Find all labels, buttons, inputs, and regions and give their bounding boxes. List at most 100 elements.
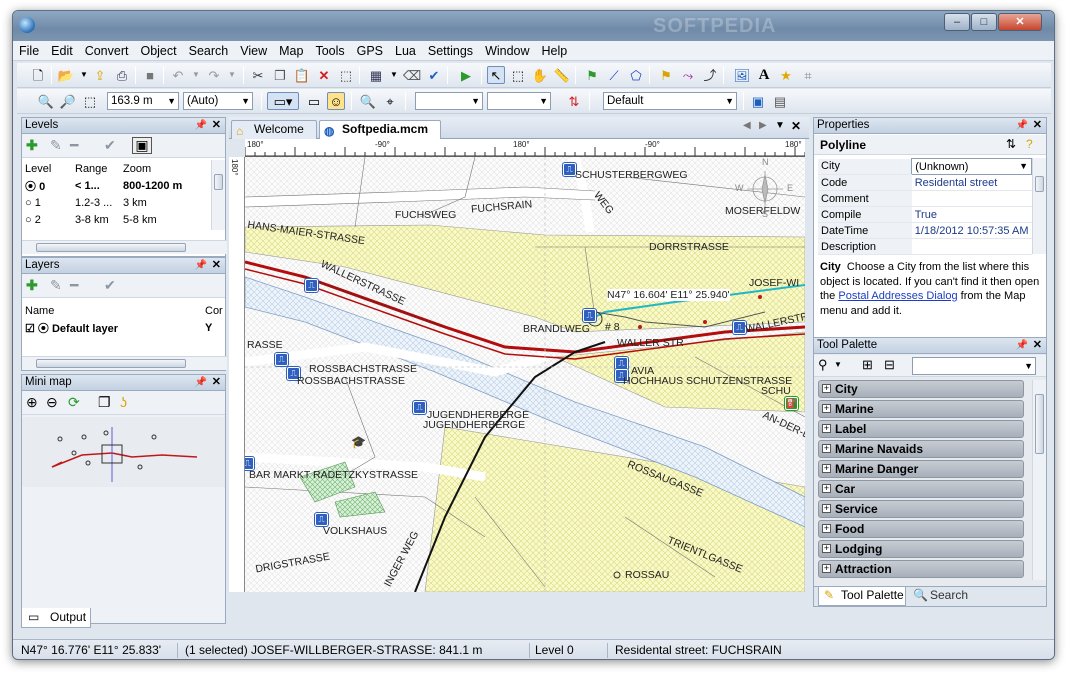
run-icon[interactable]: ▶ xyxy=(457,66,475,84)
remove-layer-icon[interactable]: ━ xyxy=(70,278,78,292)
gas-station-icon[interactable]: ⛽ xyxy=(785,397,798,410)
filter-combo-2[interactable]: ▼ xyxy=(487,92,551,110)
redo-dropdown-icon[interactable]: ▼ xyxy=(223,66,241,84)
col-zoom[interactable]: Zoom xyxy=(120,160,212,177)
tab-scroll-left-icon[interactable]: ◀ xyxy=(743,120,751,131)
save-icon[interactable]: ■ xyxy=(141,66,159,84)
close-panel-icon[interactable]: ✕ xyxy=(212,118,221,133)
erase-icon[interactable]: ⌫ xyxy=(403,66,421,84)
col-cor[interactable]: Cor xyxy=(202,302,227,319)
collapse-all-icon[interactable]: ⊟ xyxy=(884,357,895,373)
postal-addresses-link[interactable]: Postal Addresses Dialog xyxy=(838,290,957,302)
palette-item-marine-navaids[interactable]: + Marine Navaids xyxy=(818,440,1024,458)
add-polyline-icon[interactable]: ⟋ xyxy=(605,66,623,84)
bus-stop-icon[interactable]: ⎍ xyxy=(275,353,288,366)
remove-level-icon[interactable]: ━ xyxy=(70,138,78,152)
image-icon[interactable]: 🖼 xyxy=(733,66,751,84)
table-row[interactable]: ○ 2 3-8 km 5-8 km xyxy=(22,211,212,228)
ruler-icon[interactable]: 📏 xyxy=(553,66,571,84)
zoom-in-icon[interactable]: ⊕ xyxy=(26,395,38,409)
table-row[interactable]: DateTime 1/18/2012 10:57:35 AM xyxy=(818,222,1032,239)
menu-view[interactable]: View xyxy=(234,41,273,59)
find-icon[interactable]: 🔍 xyxy=(359,92,377,110)
tab-list-icon[interactable]: ▼ xyxy=(775,120,785,131)
cut-icon[interactable]: ✂ xyxy=(249,66,267,84)
undo-icon[interactable]: ↶ xyxy=(169,66,187,84)
route-icon[interactable]: ⤳ xyxy=(679,66,697,84)
new-file-icon[interactable]: 🗋 xyxy=(29,66,47,84)
tab-welcome[interactable]: ⌂ Welcome xyxy=(231,120,317,139)
minimize-button[interactable]: – xyxy=(944,13,970,31)
menu-object[interactable]: Object xyxy=(134,41,182,59)
palette-filter-combo[interactable]: ▼ xyxy=(912,357,1036,375)
menu-search[interactable]: Search xyxy=(183,41,235,59)
filter-combo-1[interactable]: ▼ xyxy=(415,92,483,110)
properties-vscroll[interactable] xyxy=(1032,158,1046,254)
text-icon[interactable]: A xyxy=(755,66,773,84)
filter-dropdown-icon[interactable]: ▼ xyxy=(834,360,842,369)
select-pointer-icon[interactable]: ↖ xyxy=(487,66,505,84)
tab-softpedia[interactable]: ◍ Softpedia.mcm xyxy=(319,120,441,140)
close-tab-icon[interactable]: ✕ xyxy=(791,119,801,133)
close-panel-icon[interactable]: ✕ xyxy=(1033,338,1042,353)
palette-vscroll[interactable] xyxy=(1032,380,1046,580)
close-panel-icon[interactable]: ✕ xyxy=(1033,118,1042,133)
table-row[interactable]: City (Unknown) ▼ xyxy=(818,158,1032,175)
zoom-in-icon[interactable]: 🔍 xyxy=(37,92,55,110)
crosshair-icon[interactable]: ⌖ xyxy=(381,92,399,110)
menu-tools[interactable]: Tools xyxy=(309,41,350,59)
paste-icon[interactable]: 📋 xyxy=(293,66,311,84)
zoom-value-combo[interactable]: 163.9 m ▼ xyxy=(107,92,179,110)
pan-hand-icon[interactable]: ✋ xyxy=(531,66,549,84)
layout-icon[interactable]: ▣ xyxy=(749,92,767,110)
report-icon[interactable]: ▤ xyxy=(771,92,789,110)
edit-layer-icon[interactable]: ✎ xyxy=(50,278,62,292)
app-globe-icon[interactable] xyxy=(19,17,35,33)
city-combo[interactable]: (Unknown) ▼ xyxy=(911,158,1032,175)
zoom-mode-combo[interactable]: (Auto) ▼ xyxy=(183,92,253,110)
display-mode-icon[interactable]: ▭▾ xyxy=(267,92,299,110)
palette-item-attraction[interactable]: + Attraction xyxy=(818,560,1024,578)
waypoint-icon[interactable]: ⚑ xyxy=(657,66,675,84)
pin-icon[interactable]: 📌 xyxy=(195,375,207,390)
zoom-rect-icon[interactable]: ⬚ xyxy=(81,92,99,110)
level-settings-icon[interactable]: ▣ xyxy=(132,137,152,154)
properties-dropdown-icon[interactable]: ▼ xyxy=(385,66,403,84)
pin-icon[interactable]: 📌 xyxy=(1016,338,1028,353)
layers-hscroll[interactable] xyxy=(22,356,227,370)
menu-lua[interactable]: Lua xyxy=(389,41,422,59)
filter-icon[interactable]: ⚲ xyxy=(818,357,828,373)
layers-icon[interactable]: ❐ xyxy=(98,395,111,409)
menu-edit[interactable]: Edit xyxy=(45,41,79,59)
add-polygon-icon[interactable]: ⬠ xyxy=(627,66,645,84)
property-value[interactable] xyxy=(911,190,1032,207)
zoom-out-icon[interactable]: 🔎 xyxy=(59,92,77,110)
table-row[interactable]: Compile True xyxy=(818,206,1032,223)
minimap-view[interactable] xyxy=(22,417,225,487)
palette-item-lodging[interactable]: + Lodging xyxy=(818,540,1024,558)
tab-search[interactable]: 🔍 Search xyxy=(910,587,974,606)
property-value[interactable]: True xyxy=(911,206,1032,223)
tab-output[interactable]: ▭ Output xyxy=(21,608,91,628)
screen-icon[interactable]: ▭ xyxy=(305,92,323,110)
property-value[interactable]: Residental street xyxy=(911,174,1032,191)
property-value[interactable]: 1/18/2012 10:57:35 AM xyxy=(911,222,1032,239)
levels-hscroll[interactable] xyxy=(22,240,227,254)
palette-item-marine-danger[interactable]: + Marine Danger xyxy=(818,460,1024,478)
table-row[interactable]: ○ 1 1.2-3 ... 3 km xyxy=(22,194,212,211)
rect-select-icon[interactable]: ⬚ xyxy=(509,66,527,84)
col-name[interactable]: Name xyxy=(22,302,202,319)
map-canvas[interactable]: ⎍ ⎍ ⎍ ⎍ ⎍ ⎍ ⎍ ⎍ ⎍ ⎍ ⎍ ⛽ 🎓 SCHUSTERBERGWE… xyxy=(245,157,805,592)
expand-all-icon[interactable]: ⊞ xyxy=(862,357,873,373)
refresh-icon[interactable]: ⟳ xyxy=(68,395,80,409)
palette-item-label[interactable]: + Label xyxy=(818,420,1024,438)
palette-item-marine[interactable]: + Marine xyxy=(818,400,1024,418)
transfer-icon[interactable]: ⇅ xyxy=(565,92,583,110)
smiley-icon[interactable]: ☺ xyxy=(327,92,345,110)
menu-map[interactable]: Map xyxy=(273,41,309,59)
open-folder-icon[interactable]: 📂 xyxy=(57,66,75,84)
grid-icon[interactable]: ⌗ xyxy=(799,66,817,84)
col-range[interactable]: Range xyxy=(72,160,120,177)
print-icon[interactable]: ⎙ xyxy=(113,66,131,84)
star-icon[interactable]: ★ xyxy=(777,66,795,84)
